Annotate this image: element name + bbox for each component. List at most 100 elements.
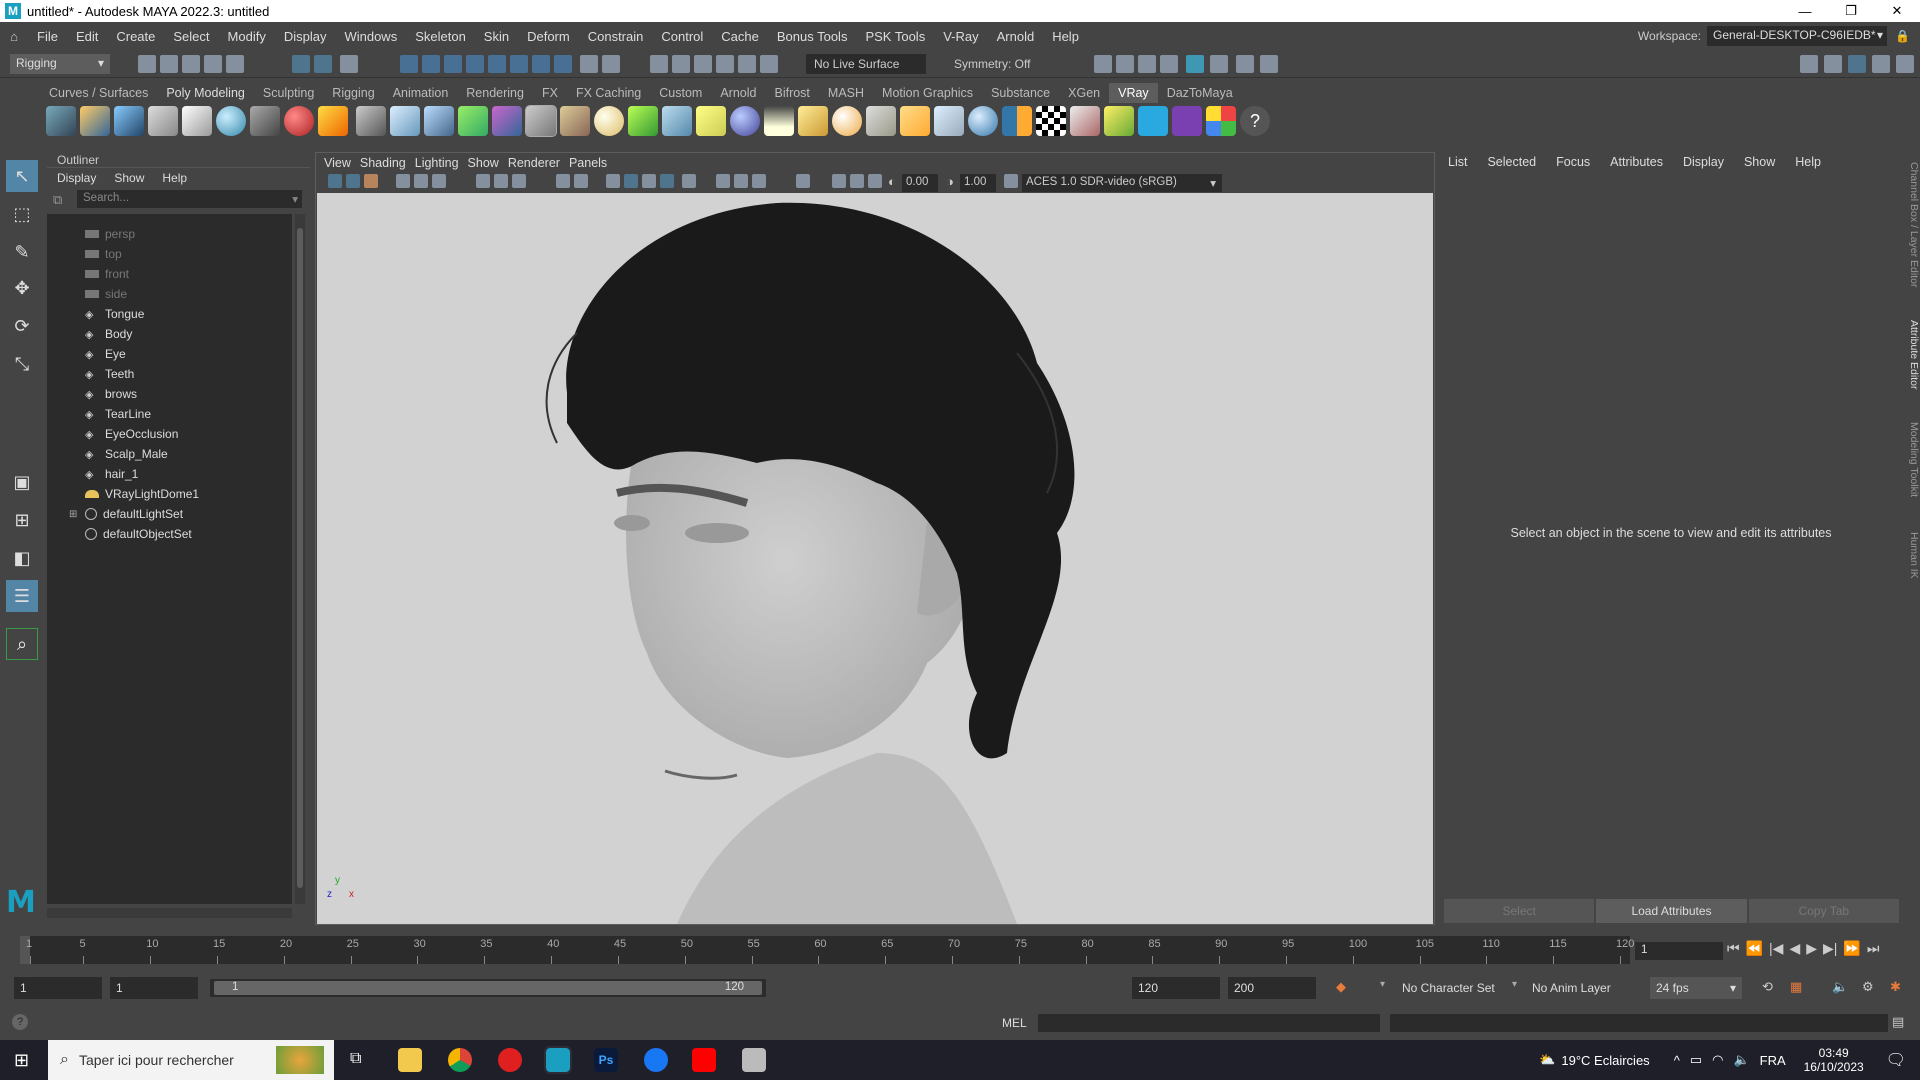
expand-icon[interactable]: ⊞ [69, 509, 79, 520]
menu-file[interactable]: File [28, 29, 67, 44]
outliner-menu-help[interactable]: Help [162, 171, 187, 185]
menu-select[interactable]: Select [164, 29, 218, 44]
persp-outliner-icon[interactable]: ◧ [6, 542, 38, 574]
character-set-label[interactable]: No Character Set [1402, 981, 1495, 995]
bookmark-icon[interactable] [364, 174, 378, 188]
attr-menu-focus[interactable]: Focus [1556, 155, 1590, 169]
wireframe-icon[interactable] [556, 174, 570, 188]
grease-pencil-icon[interactable] [432, 174, 446, 188]
chrome-icon[interactable] [448, 1048, 472, 1072]
outliner-item[interactable]: ◈ EyeOcclusion [47, 424, 292, 444]
home-icon[interactable]: ⌂ [0, 29, 28, 44]
shelf-tab-poly-modeling[interactable]: Poly Modeling [157, 83, 254, 103]
hypershade-icon[interactable] [1160, 55, 1178, 73]
mask-icon[interactable] [554, 55, 572, 73]
chevron-down-icon[interactable]: ▾ [1512, 979, 1517, 990]
xray-joints-icon[interactable] [850, 174, 864, 188]
time-slider-bar[interactable]: 1 5 10 15 20 25 30 35 40 45 50 55 60 65 70 75 80 85 90 95 10… [20, 936, 1634, 964]
vray-dome-light-icon[interactable] [730, 106, 760, 136]
vray-render-elements-icon[interactable] [114, 106, 144, 136]
vray-plane-icon[interactable] [458, 106, 488, 136]
help-icon[interactable]: ? [12, 1014, 28, 1030]
grid-icon[interactable] [476, 174, 490, 188]
shelf-tab-bifrost[interactable]: Bifrost [765, 83, 818, 103]
range-slider-fill[interactable] [214, 981, 762, 995]
minimize-button[interactable]: — [1782, 0, 1828, 22]
end-time-field[interactable]: 200 [1228, 977, 1316, 999]
tab-channel-box[interactable]: Channel Box / Layer Editor [1904, 162, 1920, 288]
outliner-search-input[interactable]: Search... ▾ [77, 190, 302, 208]
motion-blur-icon[interactable] [734, 174, 748, 188]
notifications-icon[interactable]: 🗨 [1886, 1050, 1906, 1070]
vray-snowflake-icon[interactable] [662, 106, 692, 136]
clock[interactable]: 03:49 16/10/2023 [1804, 1046, 1864, 1074]
vray-decal-icon[interactable] [560, 106, 590, 136]
outliner-item[interactable]: side [47, 284, 292, 304]
vray-file-icon[interactable] [182, 106, 212, 136]
shelf-tab-vray[interactable]: VRay [1109, 83, 1158, 103]
render-settings-icon[interactable] [1138, 55, 1156, 73]
viewport-menu-lighting[interactable]: Lighting [415, 156, 468, 170]
menu-windows[interactable]: Windows [335, 29, 406, 44]
current-frame-field[interactable]: 1 [1635, 942, 1723, 960]
shelf-tab-daztomaya[interactable]: DazToMaya [1158, 83, 1242, 103]
vray-checker-icon[interactable] [1036, 106, 1066, 136]
vray-fire-icon[interactable] [318, 106, 348, 136]
fps-dropdown[interactable]: 24 fps ▾ [1650, 977, 1742, 999]
range-slider[interactable]: 1 120 [210, 979, 766, 997]
search-icon[interactable]: ⌕ [6, 628, 38, 660]
outliner-item[interactable]: ◈ Body [47, 324, 292, 344]
tab-human-ik[interactable]: Human IK [1904, 532, 1920, 579]
auto-key-icon[interactable]: ◆ [1336, 979, 1346, 995]
load-attributes-button[interactable]: Load Attributes [1596, 899, 1747, 923]
shelf-tab-sculpting[interactable]: Sculpting [254, 83, 323, 103]
vray-sun-icon[interactable] [832, 106, 862, 136]
vray-color-icon[interactable] [1206, 106, 1236, 136]
outliner-item[interactable]: defaultObjectSet [47, 524, 292, 544]
vray-cosmos-icon[interactable] [1138, 106, 1168, 136]
mask-icon[interactable] [422, 55, 440, 73]
facebook-icon[interactable] [644, 1048, 668, 1072]
vray-settings-icon[interactable] [46, 106, 76, 136]
viewport-menu-renderer[interactable]: Renderer [508, 156, 569, 170]
shelf-tab-fx-caching[interactable]: FX Caching [567, 83, 650, 103]
vray-material-icon[interactable] [216, 106, 246, 136]
anim-layer-label[interactable]: No Anim Layer [1532, 981, 1611, 995]
tab-attribute-editor[interactable]: Attribute Editor [1904, 320, 1920, 389]
outliner-item[interactable]: ◈ Tongue [47, 304, 292, 324]
menu-create[interactable]: Create [107, 29, 164, 44]
mask-icon[interactable] [510, 55, 528, 73]
network-icon[interactable]: ◠ [1712, 1052, 1723, 1068]
vray-texture-icon[interactable] [934, 106, 964, 136]
go-to-end-icon[interactable]: ⏭ [1867, 940, 1880, 957]
vray-render-icon[interactable] [1186, 55, 1204, 73]
outliner-item[interactable]: ⊞ defaultLightSet [47, 504, 292, 524]
exposure-field[interactable]: 0.00 [902, 174, 938, 192]
camera-attributes-icon[interactable] [346, 174, 360, 188]
view-transform-icon[interactable] [1004, 174, 1018, 188]
paint-select-tool-icon[interactable]: ✎ [6, 236, 38, 268]
menu-help[interactable]: Help [1043, 29, 1088, 44]
shelf-tab-substance[interactable]: Substance [982, 83, 1059, 103]
ambient-occlusion-icon[interactable] [716, 174, 730, 188]
menu-cache[interactable]: Cache [712, 29, 768, 44]
viewport-menu-panels[interactable]: Panels [569, 156, 616, 170]
meet-icon[interactable]: ▭ [1690, 1052, 1702, 1068]
outliner-item[interactable]: ◈ Scalp_Male [47, 444, 292, 464]
colorspace-dropdown[interactable]: ACES 1.0 SDR-video (sRGB) ▾ [1022, 174, 1222, 192]
outliner-scrollbar[interactable] [295, 214, 305, 904]
start-time-field[interactable]: 1 [14, 977, 102, 999]
help-icon[interactable]: ? [1240, 106, 1270, 136]
input-language[interactable]: FRA [1760, 1053, 1786, 1068]
panel-layout-icon[interactable] [1848, 55, 1866, 73]
select-camera-icon[interactable] [328, 174, 342, 188]
youtube-icon[interactable] [692, 1048, 716, 1072]
shelf-tab-xgen[interactable]: XGen [1059, 83, 1109, 103]
vray-plugin-icon[interactable] [148, 106, 178, 136]
menu-arnold[interactable]: Arnold [988, 29, 1044, 44]
outliner-item[interactable]: ◈ Teeth [47, 364, 292, 384]
xray-components-icon[interactable] [868, 174, 882, 188]
panel-layout-icon[interactable] [1896, 55, 1914, 73]
attr-menu-selected[interactable]: Selected [1487, 155, 1536, 169]
vray-spot-light-icon[interactable] [798, 106, 828, 136]
